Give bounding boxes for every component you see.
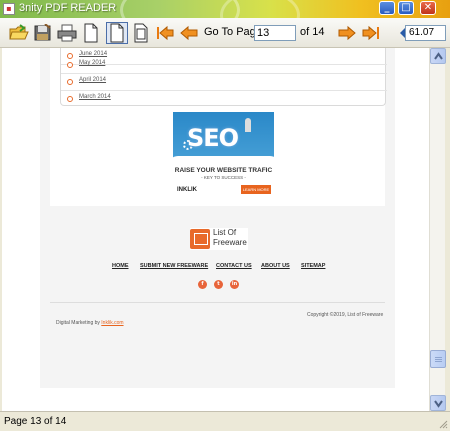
- archive-link[interactable]: April 2014: [79, 77, 106, 83]
- grip-line: [435, 357, 442, 358]
- archive-list: June 2014 May 2014 April 2014 March 2014: [60, 48, 387, 108]
- fit-page-button[interactable]: [130, 22, 152, 44]
- print-button[interactable]: [56, 22, 78, 44]
- arrow-right-icon: [338, 25, 356, 41]
- pdf-page: June 2014 May 2014 April 2014 March 2014: [40, 48, 395, 388]
- bullet-icon: [67, 62, 73, 68]
- app-icon[interactable]: ▪: [3, 3, 15, 15]
- credit-prefix: Digital Marketing by: [56, 320, 100, 326]
- new-page-button[interactable]: [80, 22, 102, 44]
- list-item: May 2014: [61, 57, 387, 74]
- bullet-icon: [67, 79, 73, 85]
- footer-nav: HOME SUBMIT NEW FREEWARE CONTACT US ABOU…: [112, 263, 332, 273]
- close-button[interactable]: ✕: [420, 1, 436, 15]
- ad-brand: INKLIK: [177, 187, 197, 193]
- digital-marketing-credit: Digital Marketing by Inklik.com: [56, 320, 124, 326]
- freeware-logo-icon: [190, 229, 210, 249]
- resize-grip-icon[interactable]: [438, 419, 448, 429]
- grip-line: [435, 361, 442, 362]
- printer-icon: [57, 24, 77, 42]
- scroll-thumb[interactable]: [430, 350, 446, 368]
- bullet-icon: [67, 96, 73, 102]
- toolbar: Go To Page 13 of 14 61.07: [0, 18, 450, 48]
- scroll-down-button[interactable]: [430, 395, 446, 411]
- maximize-button[interactable]: □: [398, 1, 414, 15]
- page-number-input[interactable]: 13: [254, 25, 296, 41]
- open-folder-button[interactable]: [8, 22, 30, 44]
- footer-divider: [50, 302, 385, 303]
- arrow-left-icon: [180, 25, 198, 41]
- copyright-text: Copyright ©2019, List of Freeware: [307, 312, 384, 318]
- footer-link-submit[interactable]: SUBMIT NEW FREEWARE: [140, 263, 208, 269]
- grip-line: [435, 359, 442, 360]
- ad-tagline: RAISE YOUR WEBSITE TRAFIC: [174, 167, 273, 174]
- save-icon: [34, 24, 51, 41]
- archive-link[interactable]: May 2014: [79, 60, 105, 66]
- minimize-button[interactable]: _: [379, 1, 395, 15]
- previous-page-button[interactable]: [178, 22, 200, 44]
- linkedin-icon[interactable]: in: [230, 280, 239, 289]
- scroll-up-button[interactable]: [430, 48, 446, 64]
- vertical-scrollbar[interactable]: [429, 48, 446, 411]
- app-window: ▪ 3nity PDF READER _ □ ✕ Go To Page 13 o…: [0, 0, 450, 431]
- open-folder-icon: [9, 24, 29, 40]
- facebook-icon[interactable]: f: [198, 280, 207, 289]
- document-view[interactable]: June 2014 May 2014 April 2014 March 2014: [0, 48, 430, 411]
- last-page-button[interactable]: [360, 22, 382, 44]
- last-page-icon: [362, 25, 379, 41]
- ad-learn-more-button[interactable]: LEARN MORE: [241, 185, 271, 194]
- page-count-label: of 14: [300, 26, 325, 38]
- logo-line: Freeware: [213, 238, 247, 247]
- logo-text: List Of Freeware: [213, 228, 247, 248]
- single-page-view-button[interactable]: [106, 22, 128, 44]
- ad-headline: SEO: [187, 124, 239, 152]
- footer-link-contact[interactable]: CONTACT US: [216, 263, 252, 269]
- rocket-icon: [245, 118, 251, 132]
- archive-link[interactable]: March 2014: [79, 94, 111, 100]
- single-page-icon: [110, 23, 124, 43]
- list-of-freeware-logo[interactable]: List Of Freeware: [190, 228, 248, 250]
- next-page-button[interactable]: [336, 22, 358, 44]
- footer-link-home[interactable]: HOME: [112, 263, 129, 269]
- chevron-up-icon: [434, 52, 443, 60]
- save-button[interactable]: [32, 22, 54, 44]
- logo-line: List Of: [213, 228, 237, 237]
- footer-link-sitemap[interactable]: SITEMAP: [301, 263, 325, 269]
- window-title: 3nity PDF READER: [19, 2, 117, 14]
- zoom-input[interactable]: 61.07: [405, 25, 446, 41]
- seo-ad-banner[interactable]: SEO RAISE YOUR WEBSITE TRAFIC - KEY TO S…: [173, 112, 274, 196]
- title-bar[interactable]: ▪ 3nity PDF READER _ □ ✕: [0, 0, 450, 18]
- twitter-icon[interactable]: t: [214, 280, 223, 289]
- first-page-icon: [157, 25, 174, 41]
- fit-page-icon: [134, 23, 148, 43]
- first-page-button[interactable]: [154, 22, 176, 44]
- ad-subtag: - KEY TO SUCCESS -: [201, 175, 246, 180]
- list-item: March 2014: [61, 91, 387, 108]
- list-item: April 2014: [61, 74, 387, 91]
- title-decoration: [220, 0, 300, 18]
- blank-page-icon: [84, 23, 98, 43]
- chevron-down-icon: [434, 400, 443, 408]
- status-bar: Page 13 of 14: [0, 411, 450, 431]
- footer-link-about[interactable]: ABOUT US: [261, 263, 290, 269]
- status-page-text: Page 13 of 14: [4, 416, 67, 427]
- credit-link[interactable]: Inklik.com: [101, 320, 123, 326]
